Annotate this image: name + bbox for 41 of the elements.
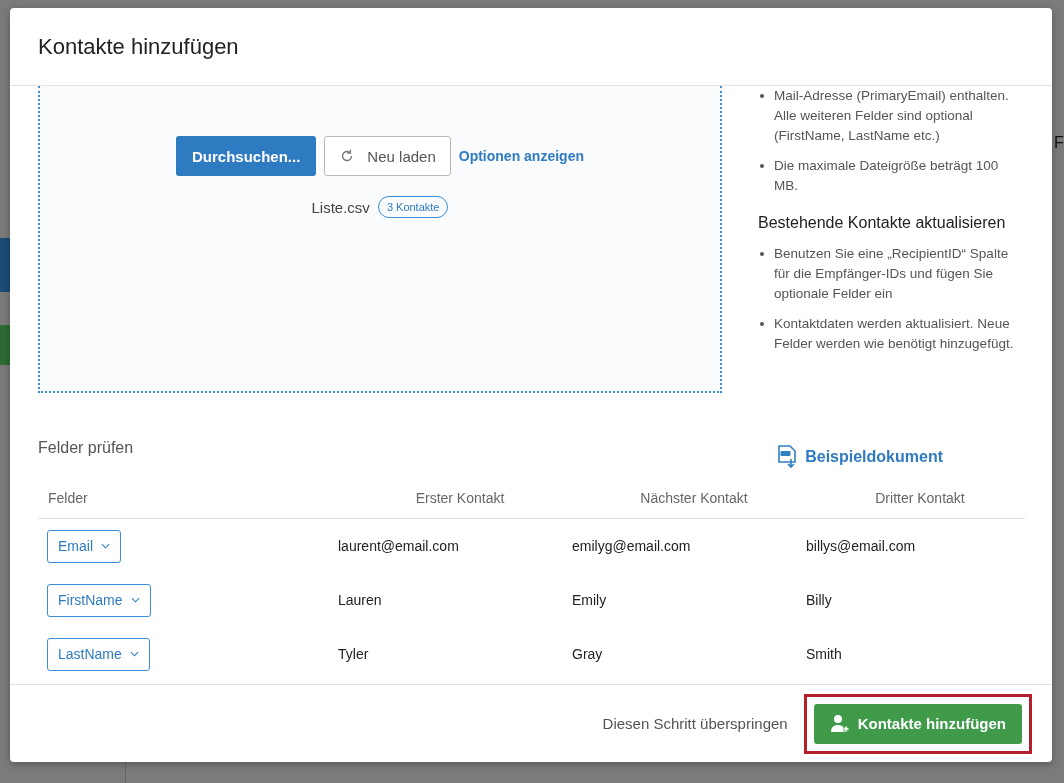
help-text: Mail-Adresse (PrimaryEmail) enthalten. Alle weiteren Felder sind optional (FirstName, LastName etc.) [774, 87, 1010, 145]
add-contacts-button[interactable]: Kontakte hinzufügen [813, 703, 1022, 744]
csv-file-icon [777, 445, 798, 469]
help-text: Die maximale Dateigröße beträgt 100 MB. [774, 157, 1000, 195]
caret-icon [130, 597, 140, 603]
column-header: Felder [47, 489, 89, 506]
column-header: Erster Kontakt [414, 489, 506, 506]
column-header: Dritter Kontakt [874, 489, 966, 506]
sample-document-link[interactable]: Beispieldokument [777, 445, 943, 469]
table-cell-text: Smith [806, 646, 843, 662]
help-text: Benutzen Sie eine „RecipientID“ Spalte für die Empfänger-IDs und fügen Sie optionale Felder ein [774, 245, 1010, 303]
column-header: Nächster Kontakt [639, 489, 749, 506]
table-cell-text: Gray [572, 646, 604, 662]
table-cell-text: Billy [806, 592, 833, 608]
table-cell-text: Lauren [338, 592, 383, 608]
field-dropdown[interactable]: FirstName [47, 583, 151, 617]
help-text: Kontaktdaten werden aktualisiert. Neue Felder werden wie benötigt hinzugefügt. [774, 315, 1015, 353]
table-cell-text: laurent@email.com [338, 538, 460, 554]
section-heading: Bestehende Kontakte aktualisieren [758, 213, 1007, 233]
section-heading: Felder prüfen [38, 439, 134, 457]
dialog-title: Kontakte hinzufügen [38, 33, 239, 60]
field-dropdown[interactable]: Email [47, 529, 121, 563]
bullet-icon [760, 322, 764, 326]
browse-button[interactable]: Durchsuchen... [176, 136, 317, 176]
add-user-icon [829, 713, 850, 734]
table-cell-text: emilyg@email.com [572, 538, 692, 554]
table-cell-text: Emily [572, 592, 608, 608]
background-text: F [1054, 134, 1064, 152]
bullet-icon [760, 94, 764, 98]
skip-link[interactable]: Diesen Schritt überspringen [602, 715, 788, 732]
file-name: Liste.csv [311, 198, 370, 216]
bullet-icon [760, 164, 764, 168]
table-cell-text: Tyler [338, 646, 370, 662]
caret-icon [101, 543, 110, 549]
caret-icon [129, 651, 139, 657]
options-link[interactable]: Optionen anzeigen [458, 148, 584, 164]
reload-button[interactable]: Neu laden [324, 136, 451, 176]
drop-zone[interactable]: Durchsuchen... Neu laden Optionen anzeigen Liste.csv 3 Kontakte [38, 86, 722, 393]
bullet-icon [760, 252, 764, 256]
field-dropdown[interactable]: LastName [47, 637, 150, 671]
table-cell-text: billys@email.com [806, 538, 917, 554]
